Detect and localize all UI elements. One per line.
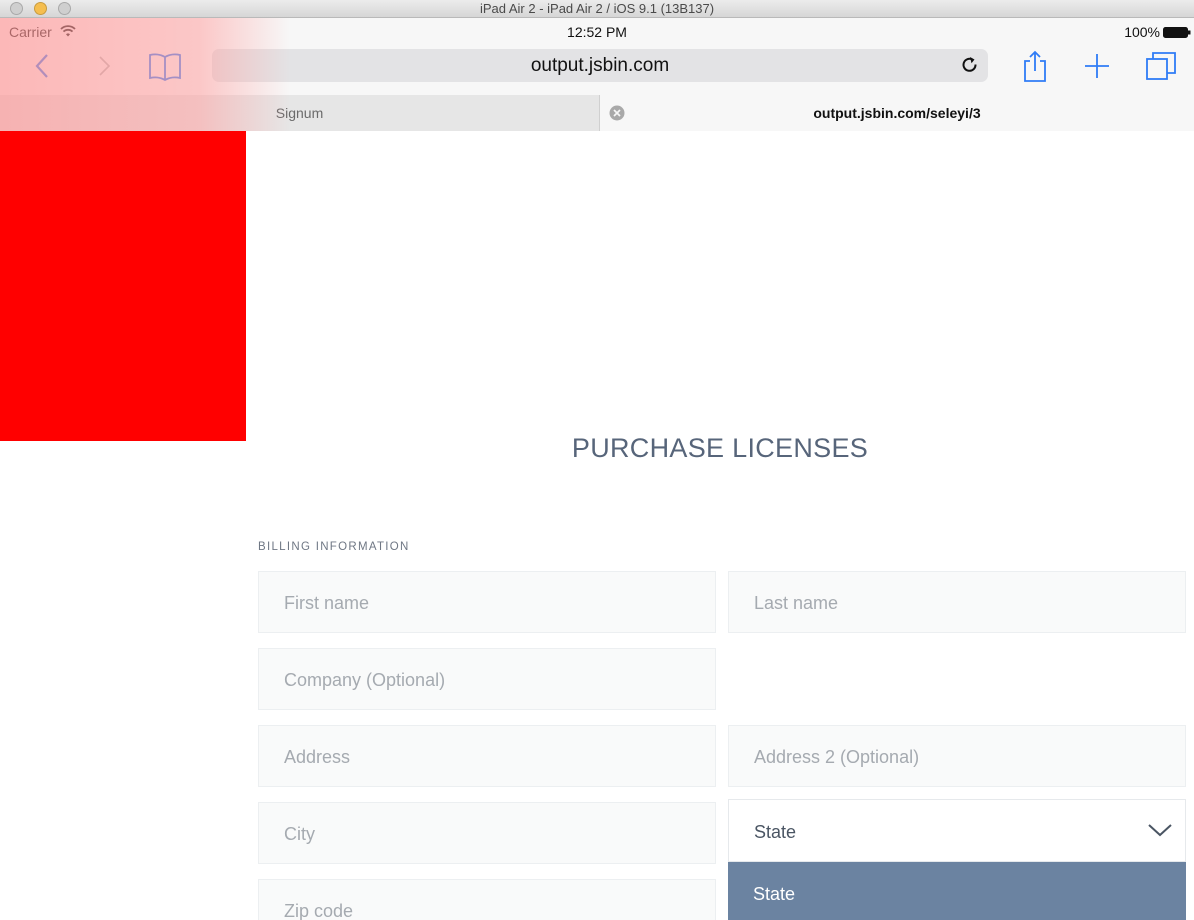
field-placeholder: City [284, 824, 315, 844]
bookmarks-icon [149, 53, 181, 81]
field-placeholder: First name [284, 593, 370, 613]
state-dropdown-option[interactable]: State [728, 862, 1186, 920]
share-icon [1024, 50, 1046, 82]
window-title-bar: iPad Air 2 - iPad Air 2 / iOS 9.1 (13B13… [0, 0, 1194, 18]
url-text: output.jsbin.com [530, 55, 670, 76]
field-placeholder: Company (Optional) [284, 670, 446, 690]
field-placeholder: Last name [754, 593, 839, 613]
status-bar: Carrier 12:52 PM 100% [0, 18, 1194, 44]
reload-icon[interactable] [960, 55, 980, 75]
state-select[interactable]: State [728, 799, 1186, 862]
forward-button[interactable] [86, 48, 122, 84]
back-icon [35, 54, 48, 78]
first-name-field[interactable]: First name [258, 571, 716, 633]
tab-active[interactable]: output.jsbin.com/seleyi/3 [600, 95, 1194, 131]
window-title: iPad Air 2 - iPad Air 2 / iOS 9.1 (13B13… [479, 1, 715, 16]
clock: 12:52 PM [567, 24, 627, 40]
page-title: PURCHASE LICENSES [571, 433, 869, 463]
last-name-field[interactable]: Last name [728, 571, 1186, 633]
tabs-overview-button[interactable] [1143, 48, 1179, 84]
chevron-down-icon [1148, 824, 1172, 837]
section-label: BILLING INFORMATION [258, 541, 410, 553]
battery-icon [1163, 27, 1191, 38]
field-placeholder: Address 2 (Optional) [754, 747, 920, 767]
state-select-value: State [754, 822, 797, 842]
option-label: State [753, 884, 796, 904]
simulator-window: iPad Air 2 - iPad Air 2 / iOS 9.1 (13B13… [0, 0, 1194, 920]
company-field[interactable]: Company (Optional) [258, 648, 716, 710]
zip-code-field[interactable]: Zip code [258, 879, 716, 920]
tab-signum[interactable]: Signum [0, 95, 600, 131]
city-field[interactable]: City [258, 802, 716, 864]
battery-percentage: 100% [1124, 24, 1160, 40]
field-placeholder: Zip code [284, 901, 354, 920]
tab-label: Signum [275, 105, 324, 121]
web-page: PURCHASE LICENSES BILLING INFORMATION Fi… [0, 131, 1194, 920]
address-bar[interactable]: output.jsbin.com [212, 49, 988, 82]
field-placeholder: Address [284, 747, 351, 767]
bookmarks-button[interactable] [147, 48, 183, 84]
share-button[interactable] [1017, 48, 1053, 84]
tabs-icon [1146, 52, 1176, 80]
new-tab-button[interactable] [1079, 48, 1115, 84]
red-box [0, 131, 246, 441]
back-button[interactable] [24, 48, 60, 84]
new-tab-icon [1085, 54, 1109, 78]
tab-bar: Signum output.jsbin.com/seleyi/3 [0, 95, 1194, 131]
tab-label: output.jsbin.com/seleyi/3 [813, 105, 981, 121]
address2-field[interactable]: Address 2 (Optional) [728, 725, 1186, 787]
address-field[interactable]: Address [258, 725, 716, 787]
forward-icon [99, 56, 111, 76]
